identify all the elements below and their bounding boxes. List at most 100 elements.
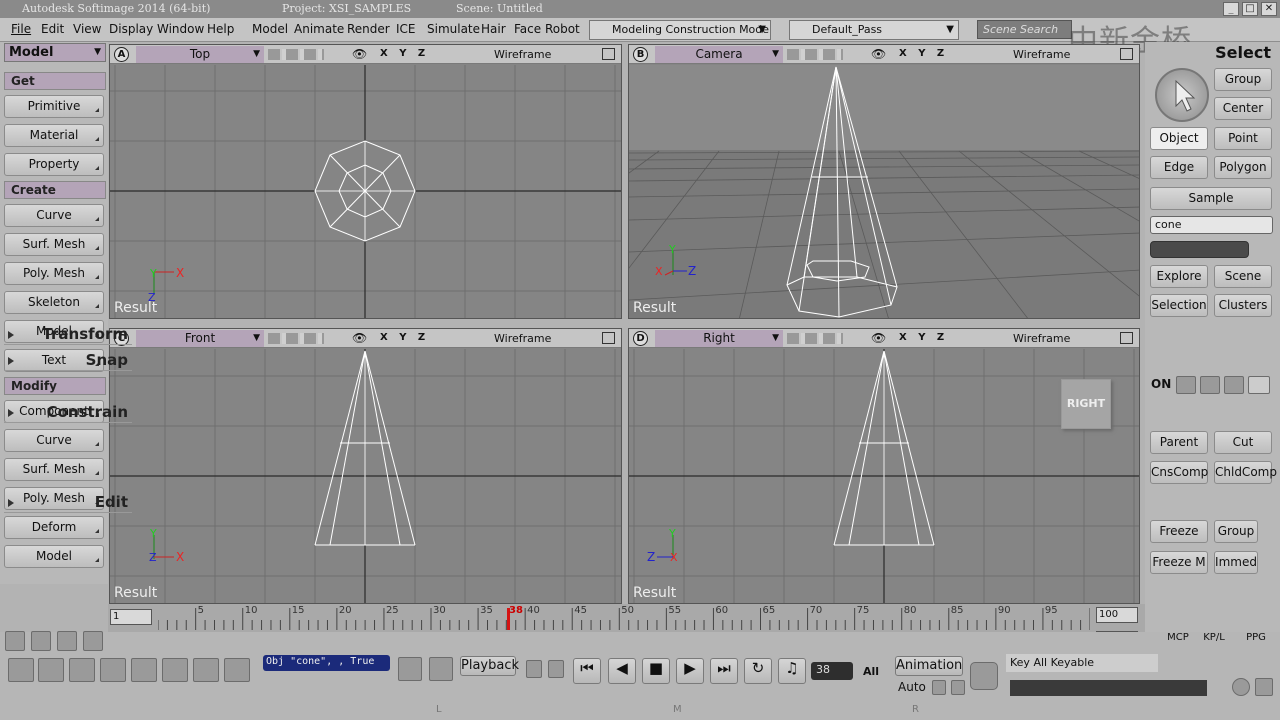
axis-toggle[interactable]: X Y Z bbox=[899, 48, 948, 59]
layout-right-icon[interactable] bbox=[100, 658, 126, 682]
section-get[interactable]: Get bbox=[4, 72, 106, 90]
menu-display[interactable]: Display bbox=[109, 22, 153, 36]
menu-edit[interactable]: Edit bbox=[41, 22, 64, 36]
viewport-letter[interactable]: B bbox=[633, 47, 648, 62]
eye-icon[interactable]: 👁 bbox=[871, 331, 886, 345]
close-button[interactable]: ✕ bbox=[1261, 2, 1277, 16]
next-key-arrow-icon[interactable] bbox=[951, 680, 965, 695]
menu-simulate[interactable]: Simulate bbox=[427, 22, 480, 36]
section-modify[interactable]: Modify bbox=[4, 377, 106, 395]
all-toggle[interactable]: All bbox=[863, 665, 879, 678]
tab-ppg[interactable]: PPG bbox=[1238, 632, 1274, 648]
maximize-viewport-icon[interactable] bbox=[1120, 48, 1133, 60]
object-mode-button[interactable]: Object bbox=[1150, 127, 1208, 150]
viewport-letter[interactable]: D bbox=[633, 331, 648, 346]
play-forward-icon[interactable]: ▶ bbox=[676, 658, 704, 684]
cnscomp-button[interactable]: CnsComp bbox=[1150, 461, 1208, 484]
menu-model[interactable]: Model bbox=[252, 22, 288, 36]
menu-face-robot[interactable]: Face Robot bbox=[514, 22, 580, 36]
menu-view[interactable]: View bbox=[73, 22, 101, 36]
visibility-toggles[interactable] bbox=[268, 333, 324, 344]
eye-icon[interactable]: 👁 bbox=[352, 47, 367, 61]
maximize-viewport-icon[interactable] bbox=[1120, 332, 1133, 344]
construction-mode-select[interactable]: Modeling Construction Mode ▼ bbox=[589, 20, 771, 40]
layout-side-icon[interactable] bbox=[193, 658, 219, 682]
layout-bottom-icon[interactable] bbox=[69, 658, 95, 682]
filter-field[interactable] bbox=[1150, 241, 1249, 258]
menu-help[interactable]: Help bbox=[207, 22, 234, 36]
layout-custom-icon[interactable] bbox=[224, 658, 250, 682]
audio-icon[interactable]: ♫ bbox=[778, 658, 806, 684]
refresh-icon[interactable] bbox=[1232, 678, 1250, 696]
snap-on-toggle[interactable]: ON bbox=[1151, 377, 1173, 395]
key-icon[interactable] bbox=[970, 662, 998, 690]
view-select[interactable]: Camera ▼ bbox=[655, 46, 783, 63]
script-editor-icon[interactable] bbox=[398, 657, 422, 681]
primitive-button[interactable]: Primitive bbox=[4, 95, 104, 118]
eye-icon[interactable]: 👁 bbox=[352, 331, 367, 345]
viewport-top[interactable]: A Top ▼ 👁 X Y Z Wireframe YXZ Result bbox=[109, 44, 622, 319]
parent-button[interactable]: Parent bbox=[1150, 431, 1208, 454]
layout-left-icon[interactable] bbox=[8, 658, 34, 682]
transform-section[interactable]: Transform bbox=[4, 325, 132, 345]
modify-model-button[interactable]: Model bbox=[4, 545, 104, 568]
axis-toggle[interactable]: X Y Z bbox=[380, 332, 429, 343]
next-key-icon[interactable] bbox=[548, 660, 564, 678]
property-button[interactable]: Property bbox=[4, 153, 104, 176]
script-command-line[interactable]: Obj "cone", , True bbox=[263, 655, 390, 671]
auto-key-toggle[interactable]: Auto bbox=[898, 680, 926, 694]
display-mode-select[interactable]: Wireframe bbox=[1013, 332, 1070, 345]
cut-button[interactable]: Cut bbox=[1214, 431, 1272, 454]
maximize-button[interactable]: □ bbox=[1242, 2, 1258, 16]
eye-icon[interactable]: 👁 bbox=[871, 47, 886, 61]
freeze-button[interactable]: Freeze bbox=[1150, 520, 1208, 543]
minimize-button[interactable]: _ bbox=[1223, 2, 1239, 16]
timeline-end-field[interactable]: 100 bbox=[1096, 607, 1138, 623]
viewport-right[interactable]: D Right ▼ 👁 X Y Z Wireframe YZ X RIGHT Res… bbox=[628, 328, 1140, 604]
clusters-button[interactable]: Clusters bbox=[1214, 294, 1272, 317]
loop-icon[interactable]: ↻ bbox=[744, 658, 772, 684]
tools-icon[interactable] bbox=[5, 631, 25, 651]
options-icon[interactable] bbox=[1255, 678, 1273, 696]
immed-button[interactable]: Immed bbox=[1214, 551, 1258, 574]
prev-key-arrow-icon[interactable] bbox=[932, 680, 946, 695]
menu-window[interactable]: Window bbox=[157, 22, 204, 36]
last-frame-icon[interactable]: ⏭ bbox=[710, 658, 738, 684]
create-surf-mesh-button[interactable]: Surf. Mesh bbox=[4, 233, 104, 256]
visibility-toggles[interactable] bbox=[268, 49, 324, 60]
menu-file[interactable]: File bbox=[11, 22, 31, 36]
selection-name-field[interactable]: cone bbox=[1150, 216, 1273, 234]
layout-grid-icon[interactable] bbox=[162, 658, 188, 682]
tab-kpl[interactable]: KP/L bbox=[1196, 632, 1232, 648]
layout-top-icon[interactable] bbox=[38, 658, 64, 682]
material-button[interactable]: Material bbox=[4, 124, 104, 147]
axis-toggle[interactable]: X Y Z bbox=[899, 332, 948, 343]
create-poly-mesh-button[interactable]: Poly. Mesh bbox=[4, 262, 104, 285]
point-mode-button[interactable]: Point bbox=[1214, 127, 1272, 150]
prev-key-icon[interactable] bbox=[526, 660, 542, 678]
display-mode-select[interactable]: Wireframe bbox=[494, 48, 551, 61]
current-frame-field[interactable]: 38 bbox=[811, 662, 853, 680]
deform-button[interactable]: Deform bbox=[4, 516, 104, 539]
layout-split-icon[interactable] bbox=[83, 631, 103, 651]
visibility-toggles[interactable] bbox=[787, 333, 843, 344]
edge-mode-button[interactable]: Edge bbox=[1150, 156, 1208, 179]
menu-hair[interactable]: Hair bbox=[481, 22, 506, 36]
modify-curve-button[interactable]: Curve bbox=[4, 429, 104, 452]
layout-quad-icon[interactable] bbox=[131, 658, 157, 682]
view-cube[interactable]: RIGHT bbox=[1061, 379, 1111, 429]
snap-point-icon[interactable] bbox=[1176, 376, 1196, 394]
timeline[interactable]: 1 100 38 5 10 15 20 25 30 35 45 50 55 60 65 70 75 80 85… bbox=[108, 604, 1145, 632]
toolbar-mode-select[interactable]: Model ▼ bbox=[4, 43, 106, 62]
brush-icon[interactable] bbox=[31, 631, 51, 651]
animation-menu-button[interactable]: Animation bbox=[895, 656, 963, 676]
first-frame-icon[interactable]: ⏮ bbox=[573, 658, 601, 684]
scene-search-input[interactable]: Scene Search bbox=[977, 20, 1072, 39]
keying-set-select[interactable]: Key All Keyable bbox=[1006, 654, 1158, 672]
polygon-mode-button[interactable]: Polygon bbox=[1214, 156, 1272, 179]
skeleton-button[interactable]: Skeleton bbox=[4, 291, 104, 314]
create-curve-button[interactable]: Curve bbox=[4, 204, 104, 227]
axis-toggle[interactable]: X Y Z bbox=[380, 48, 429, 59]
view-select[interactable]: Right ▼ bbox=[655, 330, 783, 347]
sample-button[interactable]: Sample bbox=[1150, 187, 1272, 210]
